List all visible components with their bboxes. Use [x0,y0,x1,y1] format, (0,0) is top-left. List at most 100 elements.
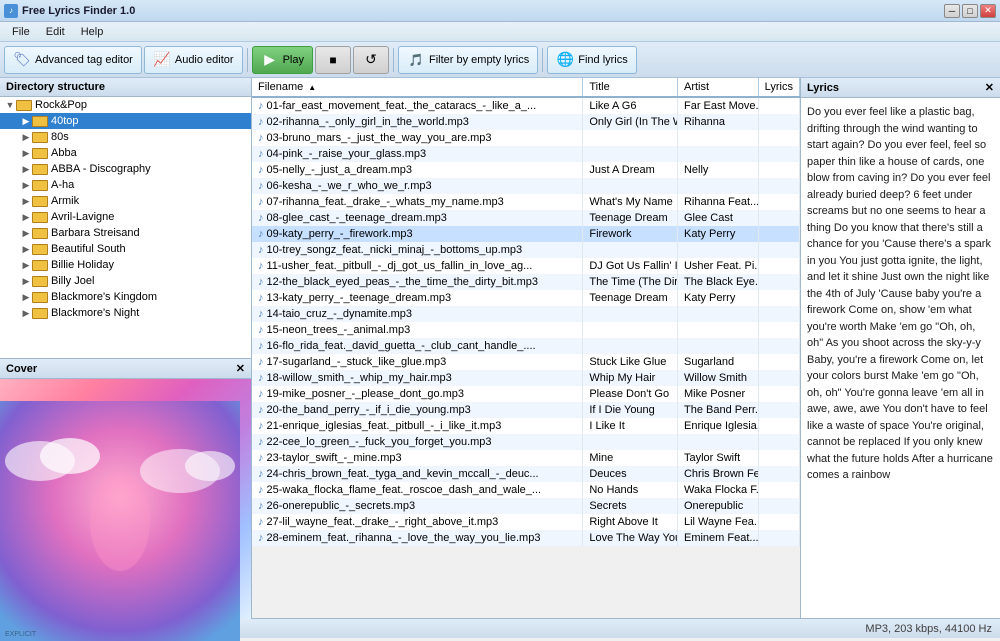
find-lyrics-button[interactable]: 🌐 Find lyrics [547,46,637,74]
file-table[interactable]: Filename ▲ Title Artist Lyrics ♪01-far_e… [252,78,800,618]
cell-artist: The Band Perr... [677,402,758,418]
tree-item-armik[interactable]: ▶Armik [0,193,251,209]
music-icon: ♪ [258,516,264,528]
table-row[interactable]: ♪04-pink_-_raise_your_glass.mp3 [252,146,800,162]
tree-item-beautiful-south[interactable]: ▶Beautiful South [0,241,251,257]
table-row[interactable]: ♪09-katy_perry_-_firework.mp3 Firework K… [252,226,800,242]
cover-header: Cover ✕ [0,359,251,379]
minimize-button[interactable]: ─ [944,4,960,18]
table-row[interactable]: ♪19-mike_posner_-_please_dont_go.mp3 Ple… [252,386,800,402]
table-row[interactable]: ♪25-waka_flocka_flame_feat._roscoe_dash_… [252,482,800,498]
stop-icon: ■ [324,51,342,69]
cell-lyrics [758,130,799,146]
cell-title [583,322,678,338]
close-button[interactable]: ✕ [980,4,996,18]
lyrics-close-icon[interactable]: ✕ [985,81,994,94]
tree-item-80s[interactable]: ▶80s [0,129,251,145]
cell-lyrics [758,242,799,258]
tag-editor-button[interactable]: 🏷 Advanced tag editor [4,46,142,74]
tree-item-billy-joel[interactable]: ▶Billy Joel [0,273,251,289]
table-row[interactable]: ♪17-sugarland_-_stuck_like_glue.mp3 Stuc… [252,354,800,370]
tree-item-blackmore's-night[interactable]: ▶Blackmore's Night [0,305,251,321]
tree-item-a-ha[interactable]: ▶A-ha [0,177,251,193]
stop-button[interactable]: ■ [315,46,351,74]
tree-item-avril-lavigne[interactable]: ▶Avril-Lavigne [0,209,251,225]
tree-item-abba---discography[interactable]: ▶ABBA - Discography [0,161,251,177]
table-row[interactable]: ♪24-chris_brown_feat._tyga_and_kevin_mcc… [252,466,800,482]
tree-item-barbara-streisand[interactable]: ▶Barbara Streisand [0,225,251,241]
cell-artist [677,434,758,450]
tree-item-label: ABBA - Discography [51,163,151,175]
col-header-title[interactable]: Title [583,78,678,97]
filter-button[interactable]: 🎵 Filter by empty lyrics [398,46,538,74]
table-row[interactable]: ♪12-the_black_eyed_peas_-_the_time_the_d… [252,274,800,290]
svg-text:EXPLICIT: EXPLICIT [5,631,37,638]
table-row[interactable]: ♪20-the_band_perry_-_if_i_die_young.mp3 … [252,402,800,418]
cover-close-icon[interactable]: ✕ [236,362,245,375]
table-row[interactable]: ♪01-far_east_movement_feat._the_cataracs… [252,97,800,114]
table-row[interactable]: ♪28-eminem_feat._rihanna_-_love_the_way_… [252,530,800,546]
cell-filename: ♪17-sugarland_-_stuck_like_glue.mp3 [252,354,583,370]
cell-filename: ♪23-taylor_swift_-_mine.mp3 [252,450,583,466]
table-row[interactable]: ♪23-taylor_swift_-_mine.mp3 Mine Taylor … [252,450,800,466]
table-row[interactable]: ♪27-lil_wayne_feat._drake_-_right_above_… [252,514,800,530]
music-icon: ♪ [258,148,264,160]
tree-item-label: Avril-Lavigne [51,211,114,223]
table-row[interactable]: ♪02-rihanna_-_only_girl_in_the_world.mp3… [252,114,800,130]
col-header-lyrics[interactable]: Lyrics [758,78,799,97]
tree-item-billie-holiday[interactable]: ▶Billie Holiday [0,257,251,273]
table-row[interactable]: ♪11-usher_feat._pitbull_-_dj_got_us_fall… [252,258,800,274]
music-icon: ♪ [258,228,264,240]
cell-lyrics [758,178,799,194]
table-row[interactable]: ♪08-glee_cast_-_teenage_dream.mp3 Teenag… [252,210,800,226]
cell-title [583,434,678,450]
tree-item-40top[interactable]: ▶40top [0,113,251,129]
play-button[interactable]: ▶ Play [252,46,313,74]
music-icon: ♪ [258,500,264,512]
table-row[interactable]: ♪18-willow_smith_-_whip_my_hair.mp3 Whip… [252,370,800,386]
file-table-body: ♪01-far_east_movement_feat._the_cataracs… [252,97,800,546]
cell-filename: ♪21-enrique_iglesias_feat._pitbull_-_i_l… [252,418,583,434]
cell-lyrics [758,162,799,178]
cell-title: DJ Got Us Fallin' In Love A... [583,258,678,274]
toolbar-separator-1 [247,48,248,72]
tree-item-abba[interactable]: ▶Abba [0,145,251,161]
audio-editor-button[interactable]: 📈 Audio editor [144,46,243,74]
tree-item-label: Billy Joel [51,275,94,287]
table-row[interactable]: ♪26-onerepublic_-_secrets.mp3 Secrets On… [252,498,800,514]
cell-filename: ♪05-nelly_-_just_a_dream.mp3 [252,162,583,178]
cell-lyrics [758,354,799,370]
table-row[interactable]: ♪07-rihanna_feat._drake_-_whats_my_name.… [252,194,800,210]
table-row[interactable]: ♪14-taio_cruz_-_dynamite.mp3 [252,306,800,322]
table-row[interactable]: ♪06-kesha_-_we_r_who_we_r.mp3 [252,178,800,194]
table-row[interactable]: ♪22-cee_lo_green_-_fuck_you_forget_you.m… [252,434,800,450]
refresh-button[interactable]: ↺ [353,46,389,74]
col-header-artist[interactable]: Artist [677,78,758,97]
cell-artist [677,178,758,194]
cell-filename: ♪04-pink_-_raise_your_glass.mp3 [252,146,583,162]
table-row[interactable]: ♪16-flo_rida_feat._david_guetta_-_club_c… [252,338,800,354]
table-row[interactable]: ♪15-neon_trees_-_animal.mp3 [252,322,800,338]
table-row[interactable]: ♪05-nelly_-_just_a_dream.mp3 Just A Drea… [252,162,800,178]
tree-item-label: A-ha [51,179,74,191]
cell-lyrics [758,434,799,450]
tree-item-rock&pop[interactable]: ▼Rock&Pop [0,97,251,113]
maximize-button[interactable]: □ [962,4,978,18]
cover-panel: Cover ✕ [0,358,251,618]
cell-artist: Mike Posner [677,386,758,402]
table-row[interactable]: ♪10-trey_songz_feat._nicki_minaj_-_botto… [252,242,800,258]
table-row[interactable]: ♪13-katy_perry_-_teenage_dream.mp3 Teena… [252,290,800,306]
tree-item-label: Armik [51,195,79,207]
cell-filename: ♪06-kesha_-_we_r_who_we_r.mp3 [252,178,583,194]
directory-tree[interactable]: ▼Rock&Pop▶40top▶80s▶Abba▶ABBA - Discogra… [0,97,251,358]
col-header-filename[interactable]: Filename ▲ [252,78,583,97]
menu-edit[interactable]: Edit [38,24,73,40]
music-icon: ♪ [258,164,264,176]
table-row[interactable]: ♪21-enrique_iglesias_feat._pitbull_-_i_l… [252,418,800,434]
menu-file[interactable]: File [4,24,38,40]
table-row[interactable]: ♪03-bruno_mars_-_just_the_way_you_are.mp… [252,130,800,146]
cell-filename: ♪09-katy_perry_-_firework.mp3 [252,226,583,242]
menu-help[interactable]: Help [73,24,112,40]
play-icon: ▶ [261,51,279,69]
tree-item-blackmore's-kingdom[interactable]: ▶Blackmore's Kingdom [0,289,251,305]
